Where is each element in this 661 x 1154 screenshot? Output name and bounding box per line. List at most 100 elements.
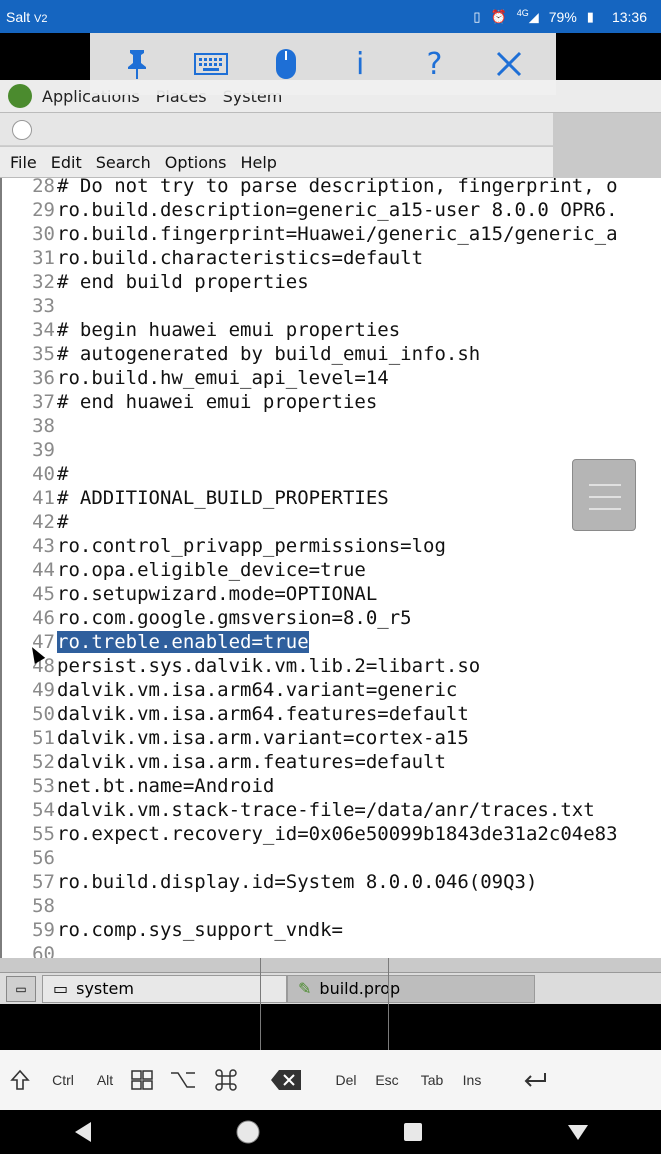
editor-line[interactable]: 43 ro.control_privapp_permissions=log bbox=[2, 534, 661, 558]
editor-line[interactable]: 33 bbox=[2, 294, 661, 318]
line-number: 51 bbox=[32, 727, 55, 749]
editor-line[interactable]: 34 # begin huawei emui properties bbox=[2, 318, 661, 342]
editor-line[interactable]: 42 # bbox=[2, 510, 661, 534]
keyboard-icon bbox=[194, 53, 229, 75]
editor-line[interactable]: 37 # end huawei emui properties bbox=[2, 390, 661, 414]
editor-line[interactable]: 30 ro.build.fingerprint=Huawei/generic_a1… bbox=[2, 222, 661, 246]
line-text: dalvik.vm.isa.arm64.variant=generic bbox=[57, 679, 458, 701]
editor-line[interactable]: 40 # bbox=[2, 462, 661, 486]
line-text: ro.build.description=generic_a15-user 8.… bbox=[57, 199, 618, 221]
task-build-prop[interactable]: ✎ build.prop bbox=[287, 974, 535, 1003]
editor-line[interactable]: 48 persist.sys.dalvik.vm.lib.2=libart.so bbox=[2, 654, 661, 678]
editor-line[interactable]: 41 # ADDITIONAL_BUILD_PROPERTIES bbox=[2, 486, 661, 510]
editor-line[interactable]: 29 ro.build.description=generic_a15-user … bbox=[2, 198, 661, 222]
line-number: 33 bbox=[32, 295, 55, 317]
insert-key[interactable]: Ins bbox=[456, 1050, 488, 1110]
desktop-icon: ▭ bbox=[15, 981, 27, 996]
line-text: ro.build.fingerprint=Huawei/generic_a15/… bbox=[57, 223, 618, 245]
option-key[interactable] bbox=[160, 1050, 206, 1110]
editor-line[interactable]: 54 dalvik.vm.stack-trace-file=/data/anr/t… bbox=[2, 798, 661, 822]
show-desktop-button[interactable]: ▭ bbox=[6, 975, 36, 1002]
tab-key[interactable]: Tab bbox=[408, 1050, 456, 1110]
editor-line[interactable]: 55 ro.expect.recovery_id=0x06e50099b1843d… bbox=[2, 822, 661, 846]
mouse-button[interactable] bbox=[266, 44, 306, 84]
line-number: 53 bbox=[32, 775, 55, 797]
line-number: 45 bbox=[32, 583, 55, 605]
editor-line[interactable]: 32 # end build properties bbox=[2, 270, 661, 294]
line-number: 36 bbox=[32, 367, 55, 389]
editor-line[interactable]: 51 dalvik.vm.isa.arm.variant=cortex-a15 bbox=[2, 726, 661, 750]
alt-key[interactable]: Alt bbox=[86, 1050, 124, 1110]
escape-key[interactable]: Esc bbox=[366, 1050, 408, 1110]
enter-icon bbox=[524, 1073, 546, 1087]
line-text: # ADDITIONAL_BUILD_PROPERTIES bbox=[57, 487, 389, 509]
editor-line[interactable]: 52 dalvik.vm.isa.arm.features=default bbox=[2, 750, 661, 774]
ctrl-key[interactable]: Ctrl bbox=[40, 1050, 86, 1110]
line-text: persist.sys.dalvik.vm.lib.2=libart.so bbox=[57, 655, 481, 677]
home-icon bbox=[236, 1120, 260, 1144]
menu-file[interactable]: File bbox=[10, 153, 37, 172]
keyboard-button[interactable] bbox=[191, 44, 231, 84]
task-system[interactable]: ▭ system bbox=[42, 974, 287, 1003]
editor-line[interactable]: 36 ro.build.hw_emui_api_level=14 bbox=[2, 366, 661, 390]
line-text: ro.comp.sys_support_vndk= bbox=[57, 919, 343, 941]
menu-edit[interactable]: Edit bbox=[51, 153, 82, 172]
line-text: dalvik.vm.isa.arm64.features=default bbox=[57, 703, 469, 725]
editor-line[interactable]: 58 bbox=[2, 894, 661, 918]
menu-help[interactable]: Help bbox=[240, 153, 276, 172]
editor-line[interactable]: 38 bbox=[2, 414, 661, 438]
scroll-handle[interactable] bbox=[572, 459, 636, 531]
editor-line[interactable]: 56 bbox=[2, 846, 661, 870]
shift-key[interactable] bbox=[0, 1050, 40, 1110]
line-number: 37 bbox=[32, 391, 55, 413]
editor-line[interactable]: 35 # autogenerated by build_emui_info.sh bbox=[2, 342, 661, 366]
editor-line[interactable]: 39 bbox=[2, 438, 661, 462]
window-menu-button[interactable] bbox=[12, 120, 32, 140]
backspace-icon bbox=[271, 1070, 301, 1090]
home-button[interactable] bbox=[233, 1117, 263, 1147]
editor-line[interactable]: 50 dalvik.vm.isa.arm64.features=default bbox=[2, 702, 661, 726]
close-button[interactable] bbox=[489, 44, 529, 84]
battery-icon: ▮ bbox=[586, 8, 594, 24]
recents-button[interactable] bbox=[398, 1117, 428, 1147]
mouse-icon bbox=[275, 49, 296, 79]
enter-key[interactable] bbox=[488, 1050, 582, 1110]
close-icon bbox=[496, 51, 521, 77]
editor-line[interactable]: 31 ro.build.characteristics=default bbox=[2, 246, 661, 270]
gnome-logo-icon bbox=[8, 84, 32, 108]
editor-line[interactable]: 60 bbox=[2, 942, 661, 958]
editor-line[interactable]: 49 dalvik.vm.isa.arm64.variant=generic bbox=[2, 678, 661, 702]
editor-line[interactable]: 47 ro.treble.enabled=true bbox=[2, 630, 661, 654]
remote-toolbar: i ? bbox=[90, 33, 556, 95]
window-titlebar bbox=[0, 113, 553, 146]
back-icon bbox=[74, 1122, 91, 1142]
editor-line[interactable]: 53 net.bt.name=Android bbox=[2, 774, 661, 798]
line-number: 54 bbox=[32, 799, 55, 821]
command-key[interactable] bbox=[206, 1050, 246, 1110]
folder-icon: ▭ bbox=[53, 979, 69, 998]
line-text: # end huawei emui properties bbox=[57, 391, 378, 413]
battery-percent: 79% bbox=[548, 8, 577, 25]
chevron-down-icon bbox=[568, 1125, 589, 1140]
editor-line[interactable]: 45 ro.setupwizard.mode=OPTIONAL bbox=[2, 582, 661, 606]
help-button[interactable]: ? bbox=[414, 44, 454, 84]
editor-line[interactable]: 59 ro.comp.sys_support_vndk= bbox=[2, 918, 661, 942]
editor-line[interactable]: 44 ro.opa.eligible_device=true bbox=[2, 558, 661, 582]
line-text: # begin huawei emui properties bbox=[57, 319, 401, 341]
line-number: 41 bbox=[32, 487, 55, 509]
line-number: 32 bbox=[32, 271, 55, 293]
text-editor[interactable]: 28 # Do not try to parse description, fin… bbox=[0, 178, 661, 958]
info-button[interactable]: i bbox=[340, 44, 380, 84]
backspace-key[interactable] bbox=[246, 1050, 326, 1110]
notifications-button[interactable] bbox=[563, 1117, 593, 1147]
back-button[interactable] bbox=[68, 1117, 98, 1147]
menu-options[interactable]: Options bbox=[165, 153, 227, 172]
pin-icon bbox=[128, 50, 147, 79]
delete-key[interactable]: Del bbox=[326, 1050, 366, 1110]
menu-search[interactable]: Search bbox=[96, 153, 151, 172]
editor-line[interactable]: 28 # Do not try to parse description, fin… bbox=[2, 178, 661, 198]
windows-key[interactable] bbox=[124, 1050, 160, 1110]
pin-button[interactable] bbox=[117, 44, 157, 84]
editor-line[interactable]: 57 ro.build.display.id=System 8.0.0.046(0… bbox=[2, 870, 661, 894]
editor-line[interactable]: 46 ro.com.google.gmsversion=8.0_r5 bbox=[2, 606, 661, 630]
